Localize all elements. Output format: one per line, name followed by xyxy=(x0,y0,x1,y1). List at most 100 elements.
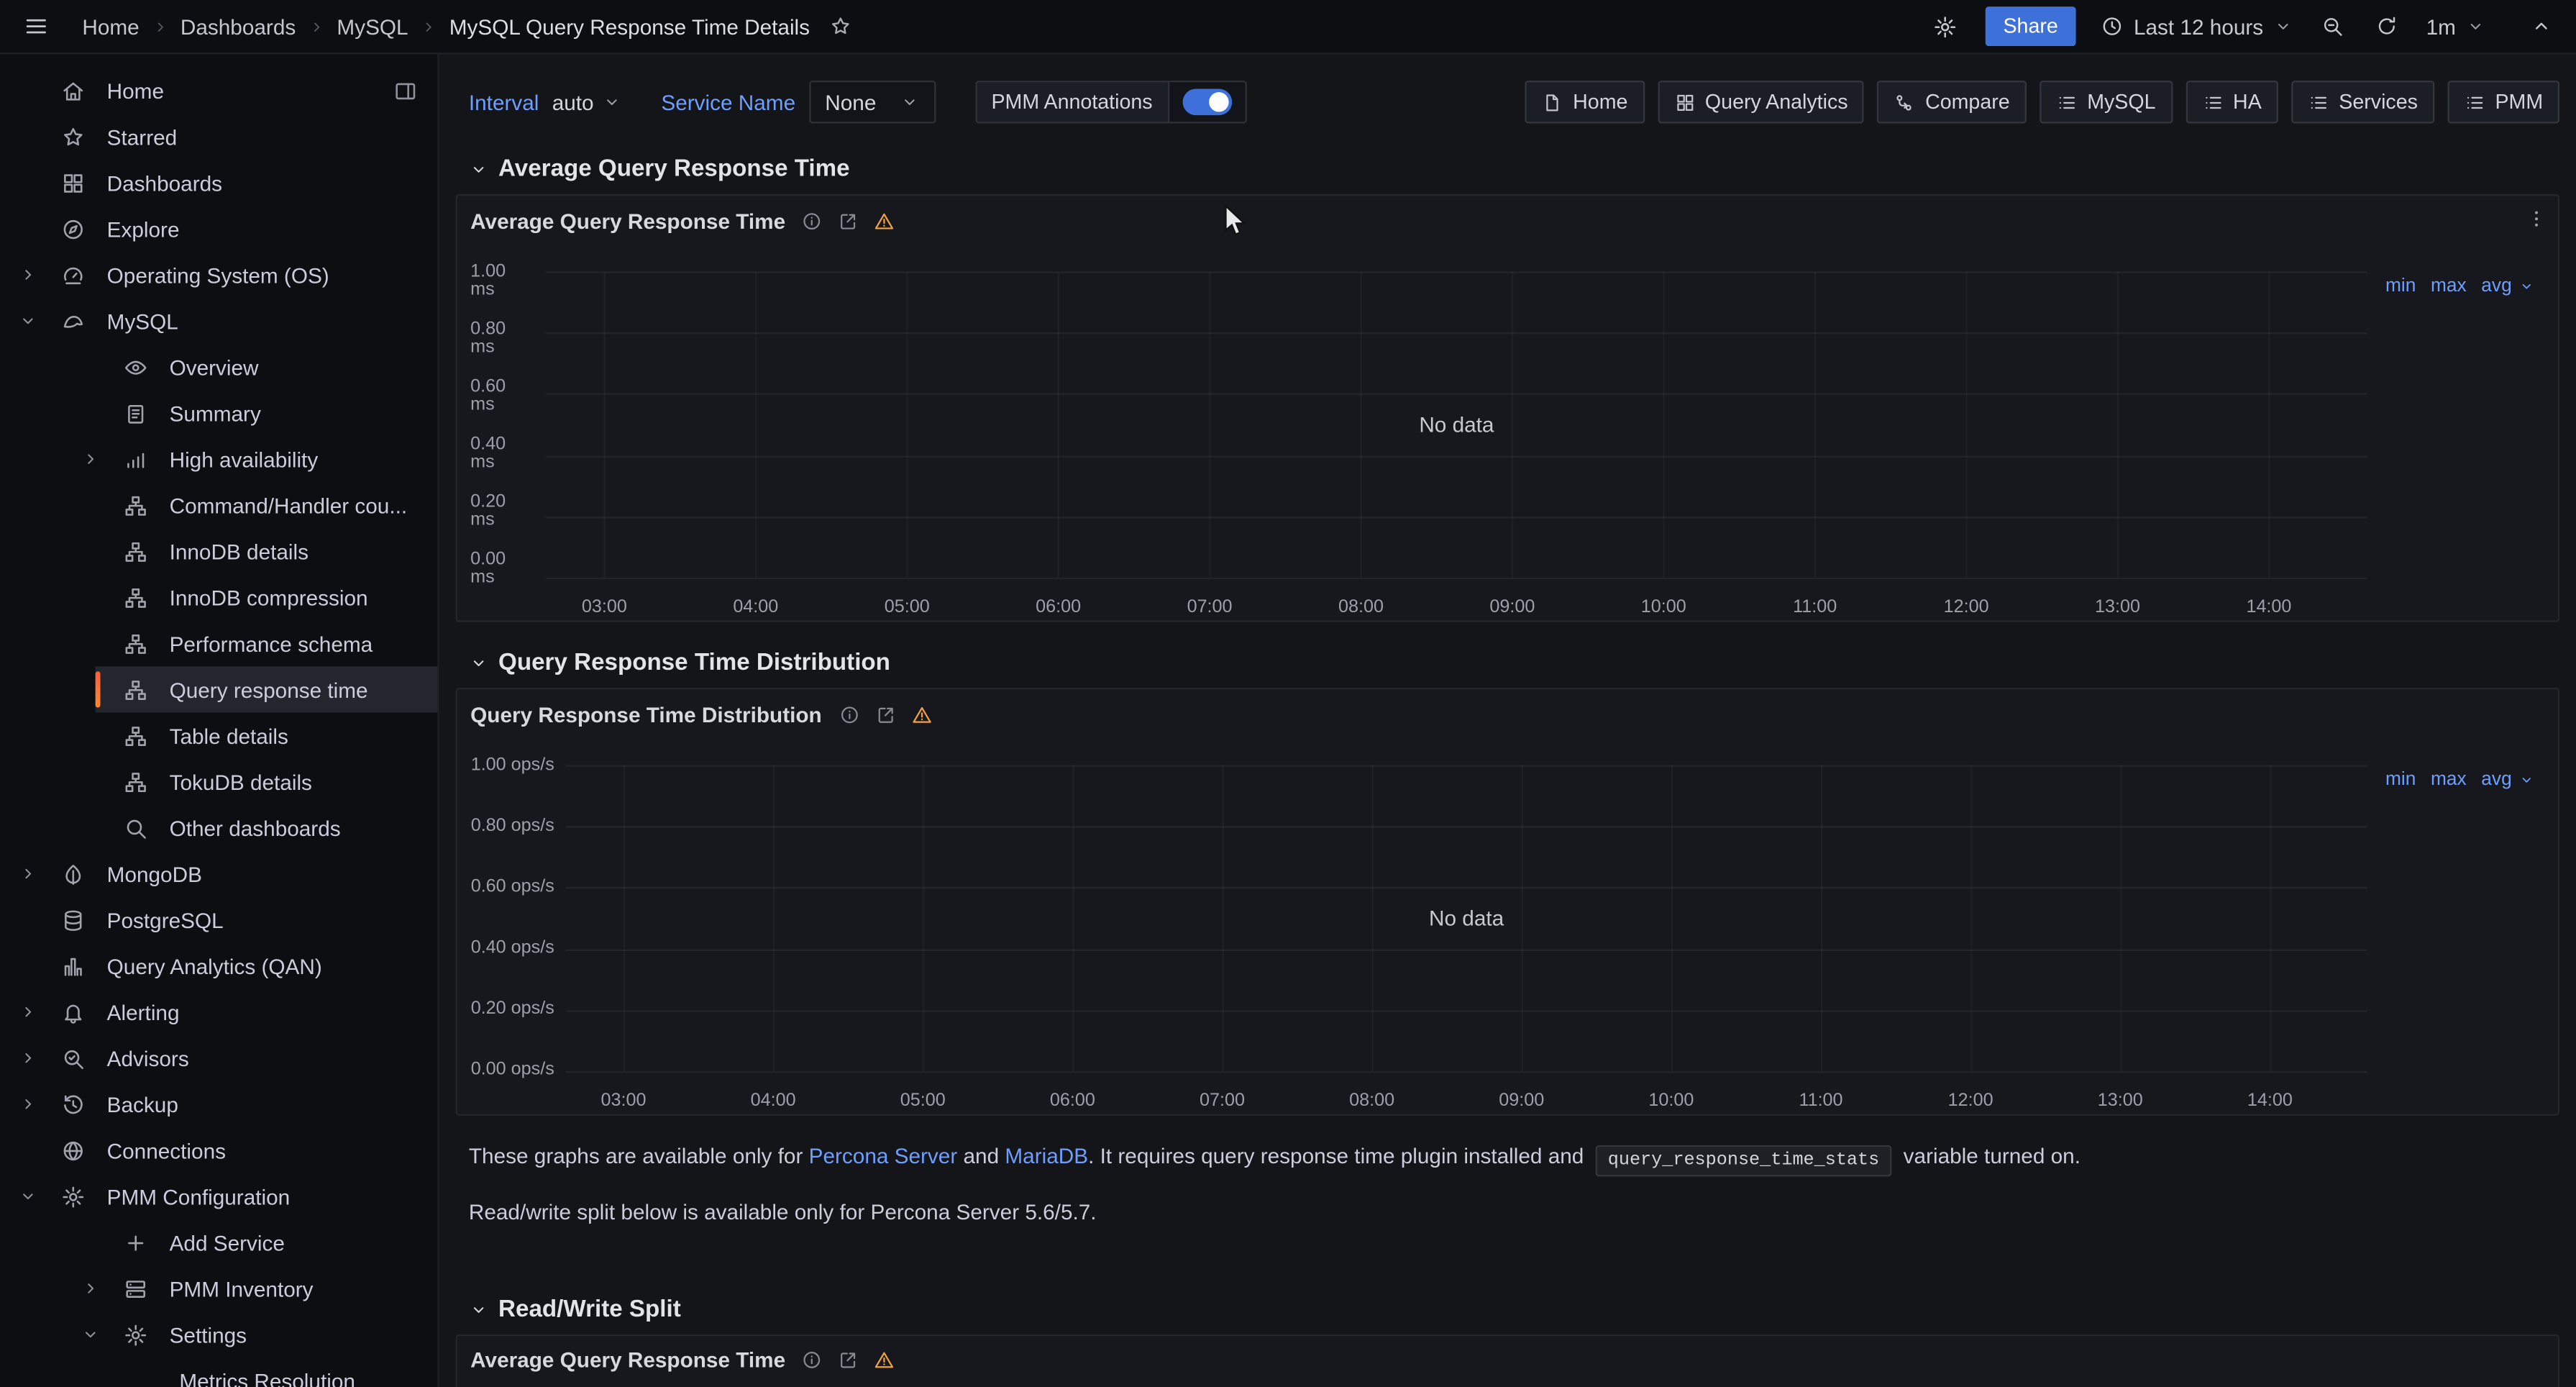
sidebar-item-metrics-resolution[interactable]: Metrics Resolution xyxy=(0,1358,437,1387)
sidebar-item-innodb-details[interactable]: InnoDB details xyxy=(0,528,437,574)
sidebar-item-operating-system-os[interactable]: Operating System (OS) xyxy=(0,252,437,298)
sidebar-item-query-analytics-qan[interactable]: Query Analytics (QAN) xyxy=(0,943,437,989)
breadcrumb-item-home[interactable]: Home xyxy=(82,14,139,38)
sidebar-item-other-dashboards[interactable]: Other dashboards xyxy=(0,804,437,850)
legend-min[interactable]: min xyxy=(2385,770,2416,789)
chevron-down-icon[interactable] xyxy=(73,1324,109,1344)
section-header-query-response-time-distribution[interactable]: Query Response Time Distribution xyxy=(456,645,2559,681)
sidebar-item-alerting[interactable]: Alerting xyxy=(0,989,437,1035)
sidebar-item-explore[interactable]: Explore xyxy=(0,206,437,252)
panel-header[interactable]: Query Response Time Distribution xyxy=(457,689,2558,739)
panel-left-icon[interactable] xyxy=(393,78,418,103)
pmm-annotations-toggle[interactable] xyxy=(1167,81,1246,123)
warning-triangle-icon[interactable] xyxy=(874,1350,896,1371)
sidebar-item-label: Summary xyxy=(170,401,261,425)
warning-triangle-icon[interactable] xyxy=(874,210,896,232)
sidebar-item-connections[interactable]: Connections xyxy=(0,1127,437,1173)
share-button[interactable]: Share xyxy=(1985,6,2076,46)
dashboard-link-compare[interactable]: Compare xyxy=(1878,81,2027,123)
chevron-right-icon[interactable] xyxy=(10,1048,46,1068)
interval-variable-select[interactable]: auto xyxy=(552,90,622,114)
sidebar-item-query-response-time[interactable]: Query response time xyxy=(0,666,437,712)
sidebar-item-pmm-configuration[interactable]: PMM Configuration xyxy=(0,1173,437,1219)
external-link-icon[interactable] xyxy=(838,210,859,232)
plot-area[interactable]: No data xyxy=(566,765,2367,1071)
breadcrumb-item-mysql[interactable]: MySQL xyxy=(337,14,408,38)
panel-header[interactable]: Average Query Response Time xyxy=(457,1336,2558,1386)
service-name-variable-label[interactable]: Service Name xyxy=(661,90,795,114)
sidebar-item-high-availability[interactable]: High availability xyxy=(0,436,437,482)
sidebar-item-postgresql[interactable]: PostgreSQL xyxy=(0,897,437,943)
database-icon xyxy=(46,907,99,932)
sidebar-item-command-handler-cou[interactable]: Command/Handler cou... xyxy=(0,482,437,528)
sidebar-item-summary[interactable]: Summary xyxy=(0,390,437,436)
legend-sort-chevron-icon[interactable] xyxy=(2518,772,2535,788)
warning-triangle-icon[interactable] xyxy=(910,704,932,725)
dashboard-link-ha[interactable]: HA xyxy=(2186,81,2278,123)
panel-header[interactable]: Average Query Response Time xyxy=(457,196,2558,245)
section-header-average-query-response-time[interactable]: Average Query Response Time xyxy=(456,151,2559,187)
legend-min[interactable]: min xyxy=(2385,276,2416,296)
section-title: Query Response Time Distribution xyxy=(498,650,890,676)
refresh-interval-picker[interactable]: 1m xyxy=(2426,14,2485,38)
service-name-select[interactable]: None xyxy=(808,81,935,123)
dashboard-settings-button[interactable] xyxy=(1929,11,1960,42)
refresh-button[interactable] xyxy=(2372,12,2401,41)
plot-area[interactable]: No data xyxy=(546,271,2367,577)
sidebar-item-tokudb-details[interactable]: TokuDB details xyxy=(0,758,437,804)
link-percona-server[interactable]: Percona Server xyxy=(809,1144,958,1168)
chevron-down-icon[interactable] xyxy=(10,1186,46,1206)
sidebar-item-performance-schema[interactable]: Performance schema xyxy=(0,620,437,666)
sidebar-item-mongodb[interactable]: MongoDB xyxy=(0,851,437,897)
panel-average-query-response-time: Average Query Response Time1.00 ms0.80 m… xyxy=(456,194,2559,622)
dashboard-link-mysql[interactable]: MySQL xyxy=(2040,81,2173,123)
section-header-read-write-split[interactable]: Read/Write Split xyxy=(456,1291,2559,1327)
sidebar-item-starred[interactable]: Starred xyxy=(0,114,437,160)
sidebar-item-backup[interactable]: Backup xyxy=(0,1081,437,1127)
panel-legend: minmaxavg xyxy=(2367,271,2544,586)
legend-avg[interactable]: avg xyxy=(2481,770,2511,789)
sidebar-item-mysql[interactable]: MySQL xyxy=(0,298,437,344)
breadcrumb-item-dashboards[interactable]: Dashboards xyxy=(181,14,296,38)
dashboard-link-services[interactable]: Services xyxy=(2291,81,2434,123)
sidebar-item-add-service[interactable]: Add Service xyxy=(0,1219,437,1265)
external-link-icon[interactable] xyxy=(838,1350,859,1371)
dashboard-link-pmm[interactable]: PMM xyxy=(2447,81,2559,123)
chevron-right-icon[interactable] xyxy=(10,265,46,284)
time-range-picker[interactable]: Last 12 hours xyxy=(2101,14,2293,38)
link-mariadb[interactable]: MariaDB xyxy=(1005,1144,1088,1168)
chevron-right-icon[interactable] xyxy=(73,1278,109,1298)
sidebar-item-home[interactable]: Home xyxy=(0,68,437,114)
sidebar-item-settings[interactable]: Settings xyxy=(0,1311,437,1358)
dashboard-link-home[interactable]: Home xyxy=(1525,81,1644,123)
sidebar-item-advisors[interactable]: Advisors xyxy=(0,1035,437,1081)
chevron-right-icon[interactable] xyxy=(10,1002,46,1022)
sidebar-item-overview[interactable]: Overview xyxy=(0,344,437,390)
external-link-icon[interactable] xyxy=(874,704,896,725)
info-circle-icon[interactable] xyxy=(802,210,823,232)
panel-menu-icon[interactable] xyxy=(2525,207,2548,230)
breadcrumb: Home Dashboards MySQL MySQL Query Response … xyxy=(82,14,810,38)
sidebar-item-dashboards[interactable]: Dashboards xyxy=(0,160,437,206)
legend-max[interactable]: max xyxy=(2431,770,2467,789)
sidebar-item-label: InnoDB details xyxy=(170,539,309,563)
sidebar-item-innodb-compression[interactable]: InnoDB compression xyxy=(0,574,437,620)
info-circle-icon[interactable] xyxy=(802,1350,823,1371)
sidebar-item-pmm-inventory[interactable]: PMM Inventory xyxy=(0,1265,437,1311)
zoom-out-button[interactable] xyxy=(2318,12,2347,41)
favorite-dashboard-button[interactable] xyxy=(826,12,856,41)
legend-sort-chevron-icon[interactable] xyxy=(2518,278,2535,295)
info-circle-icon[interactable] xyxy=(839,704,860,725)
collapse-navbar-button[interactable] xyxy=(2526,12,2556,41)
chevron-right-icon[interactable] xyxy=(10,1094,46,1114)
interval-variable-label[interactable]: Interval xyxy=(469,90,539,114)
menu-toggle-button[interactable] xyxy=(19,10,52,43)
breadcrumb-item-mysql-query-response-time-details[interactable]: MySQL Query Response Time Details xyxy=(449,14,810,38)
legend-max[interactable]: max xyxy=(2431,276,2467,296)
chevron-right-icon[interactable] xyxy=(10,864,46,883)
legend-avg[interactable]: avg xyxy=(2481,276,2511,296)
dashboard-link-query-analytics[interactable]: Query Analytics xyxy=(1658,81,1865,123)
chevron-right-icon[interactable] xyxy=(73,449,109,468)
sidebar-item-table-details[interactable]: Table details xyxy=(0,712,437,758)
chevron-down-icon[interactable] xyxy=(10,311,46,330)
